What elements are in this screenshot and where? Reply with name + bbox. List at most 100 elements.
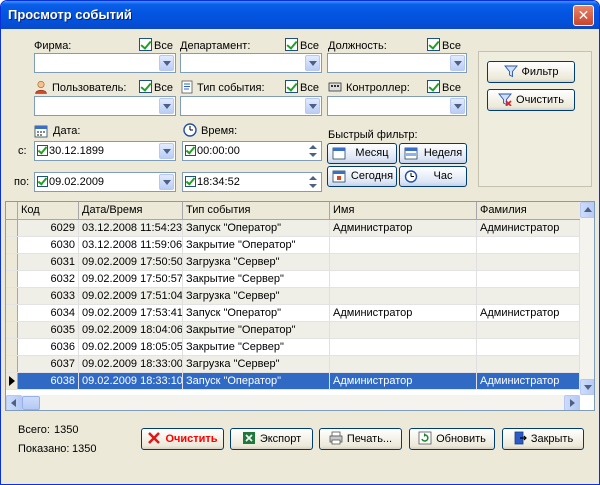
quick-hour-button[interactable]: Час bbox=[399, 166, 467, 187]
cell-last-name bbox=[477, 254, 580, 271]
table-row[interactable]: 6029 03.12.2008 11:54:23 Запуск "Оператор"… bbox=[6, 220, 580, 237]
time-from-picker[interactable]: 00:00:00 bbox=[182, 141, 322, 161]
title-bar[interactable]: Просмотр событий ✕ bbox=[1, 1, 599, 29]
department-label: Департамент: bbox=[180, 40, 251, 52]
vertical-scrollbar[interactable] bbox=[580, 202, 594, 395]
clear-log-button[interactable]: Очистить bbox=[141, 428, 224, 450]
date-to-checkbox[interactable] bbox=[37, 176, 48, 187]
spin-arrows-icon[interactable] bbox=[306, 143, 320, 159]
clear-filter-button[interactable]: Очистить bbox=[487, 89, 575, 111]
table-row[interactable]: 6032 09.02.2009 17:50:57 Закрытие "Сервер" bbox=[6, 271, 580, 288]
cell-datetime: 03.12.2008 11:59:06 bbox=[79, 237, 183, 254]
controller-combobox[interactable] bbox=[327, 96, 467, 116]
row-indicator[interactable] bbox=[6, 254, 18, 270]
controller-icon bbox=[328, 82, 342, 92]
date-to-picker[interactable]: 09.02.2009 bbox=[34, 172, 176, 192]
row-indicator[interactable] bbox=[6, 356, 18, 372]
firm-all-label: Все bbox=[154, 40, 173, 52]
date-from-picker[interactable]: 30.12.1899 bbox=[34, 141, 176, 161]
quick-week-button[interactable]: Неделя bbox=[399, 143, 467, 164]
firm-combobox[interactable] bbox=[34, 53, 176, 73]
cell-datetime: 09.02.2009 18:33:00 bbox=[79, 356, 183, 373]
scroll-down-icon[interactable] bbox=[580, 379, 594, 395]
events-table[interactable]: Код Дата/Время Тип события Имя Фамилия 6… bbox=[5, 201, 595, 411]
position-combobox[interactable] bbox=[327, 53, 467, 73]
department-combobox[interactable] bbox=[180, 53, 322, 73]
close-window-button[interactable]: ✕ bbox=[573, 5, 594, 26]
column-header-datetime[interactable]: Дата/Время bbox=[79, 202, 183, 220]
scroll-left-icon[interactable] bbox=[6, 395, 22, 410]
chevron-down-icon[interactable] bbox=[159, 143, 174, 159]
total-value: 1350 bbox=[54, 424, 79, 436]
time-label: Время: bbox=[201, 125, 238, 137]
calendar-week-icon bbox=[404, 147, 418, 160]
from-label: с: bbox=[18, 145, 27, 157]
window-title: Просмотр событий bbox=[8, 7, 132, 22]
position-all-checkbox[interactable] bbox=[427, 38, 440, 51]
table-row[interactable]: 6033 09.02.2009 17:51:04 Загрузка "Сервер" bbox=[6, 288, 580, 305]
firm-all-checkbox[interactable] bbox=[139, 38, 152, 51]
row-indicator[interactable] bbox=[6, 220, 18, 236]
column-header-first-name[interactable]: Имя bbox=[330, 202, 477, 220]
scroll-right-icon[interactable] bbox=[564, 395, 580, 410]
position-label: Должность: bbox=[328, 40, 387, 52]
horizontal-scrollbar[interactable] bbox=[6, 395, 580, 410]
excel-icon bbox=[242, 432, 255, 444]
row-indicator[interactable] bbox=[6, 339, 18, 355]
time-from-checkbox[interactable] bbox=[185, 145, 196, 156]
event-type-all-checkbox[interactable] bbox=[285, 80, 298, 93]
clock-icon bbox=[183, 123, 197, 137]
row-indicator[interactable] bbox=[6, 305, 18, 321]
row-indicator[interactable] bbox=[6, 373, 18, 389]
chevron-down-icon[interactable] bbox=[450, 55, 465, 71]
row-indicator[interactable] bbox=[6, 237, 18, 253]
firm-label: Фирма: bbox=[34, 40, 72, 52]
table-header: Код Дата/Время Тип события Имя Фамилия bbox=[6, 202, 580, 220]
date-from-checkbox[interactable] bbox=[37, 145, 48, 156]
spin-arrows-icon[interactable] bbox=[306, 174, 320, 190]
chevron-down-icon[interactable] bbox=[305, 55, 320, 71]
shown-value: 1350 bbox=[72, 443, 97, 455]
row-indicator[interactable] bbox=[6, 288, 18, 304]
table-row[interactable]: 6037 09.02.2009 18:33:00 Загрузка "Сервер" bbox=[6, 356, 580, 373]
row-indicator[interactable] bbox=[6, 271, 18, 287]
chevron-down-icon[interactable] bbox=[159, 55, 174, 71]
refresh-button[interactable]: Обновить bbox=[409, 428, 495, 450]
calendar-icon bbox=[34, 125, 48, 138]
quick-today-button[interactable]: Сегодня bbox=[327, 166, 397, 187]
table-row[interactable]: 6035 09.02.2009 18:04:06 Закрытие "Операто… bbox=[6, 322, 580, 339]
close-button[interactable]: Закрыть bbox=[502, 428, 584, 450]
funnel-icon bbox=[503, 65, 518, 78]
chevron-down-icon[interactable] bbox=[450, 98, 465, 114]
table-row[interactable]: 6038 09.02.2009 18:33:10 Запуск "Оператор"… bbox=[6, 373, 580, 390]
chevron-down-icon[interactable] bbox=[159, 98, 174, 114]
quick-month-button[interactable]: Месяц bbox=[327, 143, 397, 164]
column-header-event-type[interactable]: Тип события bbox=[183, 202, 330, 220]
chevron-down-icon[interactable] bbox=[159, 174, 174, 190]
scroll-up-icon[interactable] bbox=[580, 202, 594, 218]
column-header-code[interactable]: Код bbox=[18, 202, 79, 220]
horizontal-scroll-thumb[interactable] bbox=[22, 396, 40, 410]
chevron-down-icon[interactable] bbox=[305, 98, 320, 114]
table-row[interactable]: 6030 03.12.2008 11:59:06 Закрытие "Операто… bbox=[6, 237, 580, 254]
table-row[interactable]: 6034 09.02.2009 17:53:41 Запуск "Оператор"… bbox=[6, 305, 580, 322]
controller-all-checkbox[interactable] bbox=[427, 80, 440, 93]
position-all-label: Все bbox=[442, 40, 461, 52]
column-header-last-name[interactable]: Фамилия bbox=[477, 202, 580, 220]
user-combobox[interactable] bbox=[34, 96, 176, 116]
row-indicator[interactable] bbox=[6, 322, 18, 338]
event-type-combobox[interactable] bbox=[180, 96, 322, 116]
date-from-value: 30.12.1899 bbox=[49, 145, 105, 157]
user-label: Пользователь: bbox=[52, 82, 127, 94]
event-type-all-label: Все bbox=[300, 82, 319, 94]
row-indicator-header bbox=[6, 202, 18, 220]
apply-filter-button[interactable]: Фильтр bbox=[487, 61, 575, 83]
table-row[interactable]: 6031 09.02.2009 17:50:50 Загрузка "Сервер" bbox=[6, 254, 580, 271]
department-all-checkbox[interactable] bbox=[285, 38, 298, 51]
export-button[interactable]: Экспорт bbox=[230, 428, 313, 450]
time-to-checkbox[interactable] bbox=[185, 176, 196, 187]
print-button[interactable]: Печать... bbox=[319, 428, 402, 450]
time-to-picker[interactable]: 18:34:52 bbox=[182, 172, 322, 192]
table-row[interactable]: 6036 09.02.2009 18:05:05 Закрытие "Сервер" bbox=[6, 339, 580, 356]
user-all-checkbox[interactable] bbox=[139, 80, 152, 93]
